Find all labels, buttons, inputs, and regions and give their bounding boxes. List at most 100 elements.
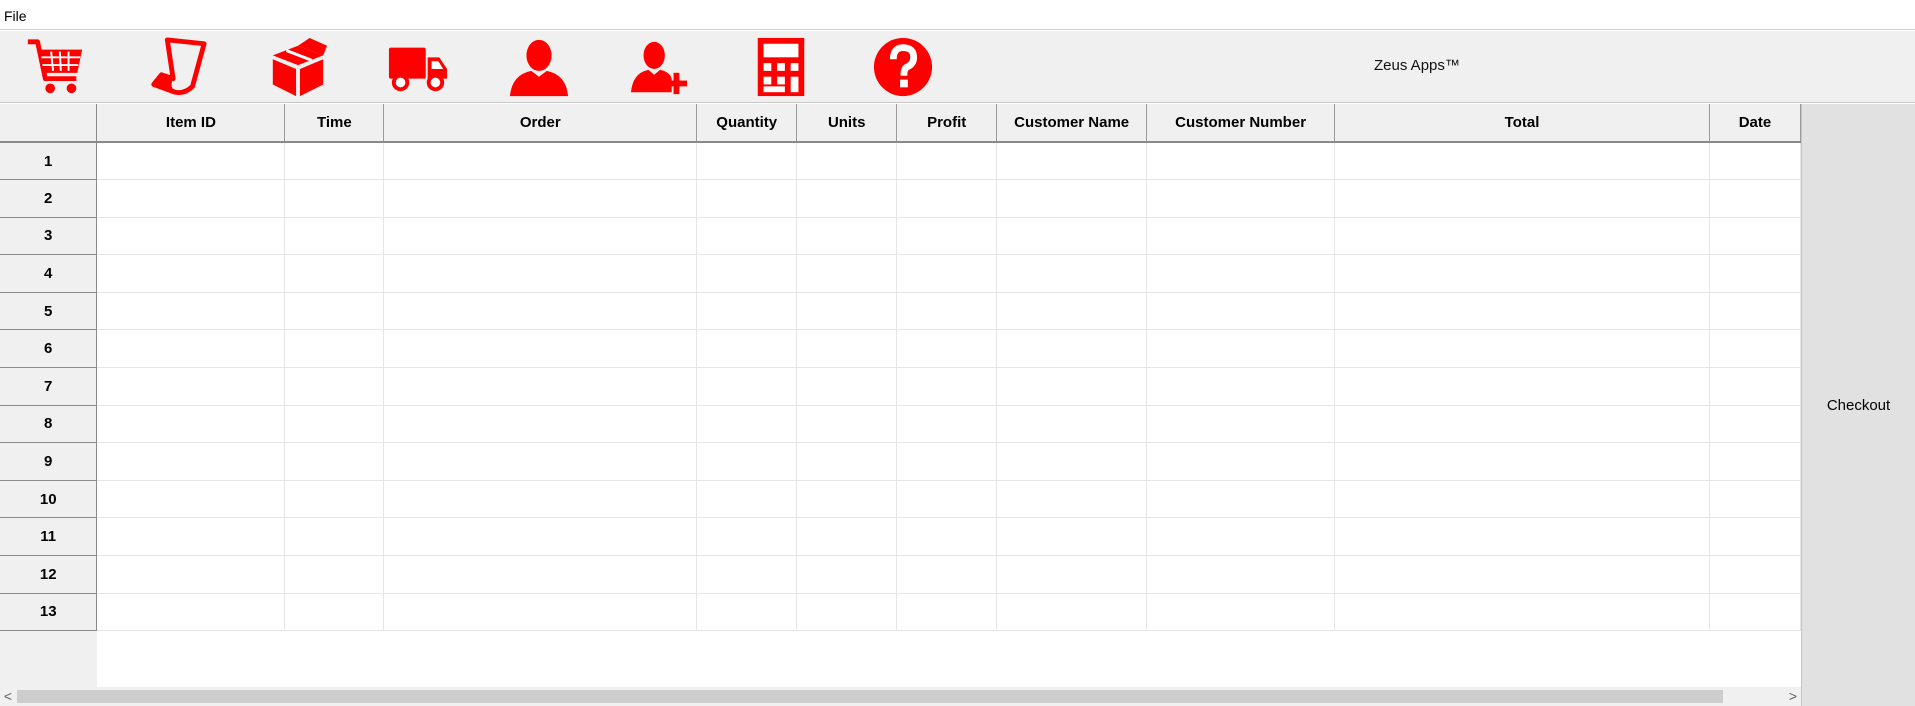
column-header[interactable]: Order [383,104,698,143]
box-button[interactable] [265,34,331,100]
grid-cell[interactable] [996,179,1148,218]
grid-cell[interactable] [996,217,1148,256]
grid-cell[interactable] [383,292,698,331]
grid-cell[interactable] [996,329,1148,369]
grid-cell[interactable] [284,179,385,218]
grid-cell[interactable] [1146,517,1336,557]
grid-cell[interactable] [96,405,286,444]
grid-cell[interactable] [796,329,898,369]
grid-cell[interactable] [696,142,798,181]
grid-cell[interactable] [1146,593,1336,632]
grid-cell[interactable] [1709,217,1801,256]
grid-cell[interactable] [796,142,898,181]
grid-cell[interactable] [896,329,998,369]
grid-cell[interactable] [896,179,998,218]
grid-cell[interactable] [284,254,385,293]
grid-cell[interactable] [284,517,385,557]
grid-cell[interactable] [96,217,286,256]
column-header[interactable]: Date [1709,104,1801,143]
grid-cell[interactable] [696,367,798,406]
grid-cell[interactable] [1334,517,1710,557]
grid-cell[interactable] [696,329,798,369]
grid-cell[interactable] [896,217,998,256]
row-header[interactable]: 13 [0,593,98,632]
grid-cell[interactable] [1146,442,1336,481]
grid-cell[interactable] [896,517,998,557]
add-customer-button[interactable] [627,34,693,100]
grid-cell[interactable] [284,442,385,481]
column-header[interactable]: Total [1334,104,1710,143]
row-header[interactable]: 2 [0,179,98,218]
grid-cell[interactable] [796,442,898,481]
grid-cell[interactable] [1709,517,1801,557]
grid-cell[interactable] [1146,179,1336,218]
calculator-button[interactable] [748,34,814,100]
grid-cell[interactable] [284,329,385,369]
row-header[interactable]: 7 [0,367,98,406]
grid-cell[interactable] [996,593,1148,632]
grid-cell[interactable] [1334,593,1710,632]
grid-cell[interactable] [383,179,698,218]
grid-cell[interactable] [796,179,898,218]
grid-cell[interactable] [796,254,898,293]
grid-cell[interactable] [1146,367,1336,406]
grid-cell[interactable] [1334,367,1710,406]
grid-cell[interactable] [796,517,898,557]
grid-cell[interactable] [96,442,286,481]
grid-cell[interactable] [1334,217,1710,256]
column-header[interactable]: Customer Name [996,104,1148,143]
grid-cell[interactable] [284,593,385,632]
grid-cell[interactable] [896,367,998,406]
row-header[interactable]: 1 [0,142,98,181]
scroll-right-arrow[interactable]: > [1785,688,1801,705]
column-header[interactable]: Units [796,104,898,143]
scroll-left-arrow[interactable]: < [0,688,16,705]
horizontal-scrollbar[interactable]: < > [0,687,1801,706]
grid-cell[interactable] [383,254,698,293]
grid-cell[interactable] [1146,405,1336,444]
grid-cell[interactable] [96,329,286,369]
grid-cell[interactable] [896,254,998,293]
grid-cell[interactable] [96,367,286,406]
grid-cell[interactable] [896,593,998,632]
grid-cell[interactable] [1334,292,1710,331]
grid-cell[interactable] [796,480,898,519]
grid-cell[interactable] [896,142,998,181]
grid-cell[interactable] [996,555,1148,594]
grid-cell[interactable] [1146,142,1336,181]
column-header[interactable]: Quantity [696,104,798,143]
grid-cell[interactable] [96,292,286,331]
grid-cell[interactable] [1709,555,1801,594]
grid-cell[interactable] [383,593,698,632]
grid-cell[interactable] [796,405,898,444]
grid-cell[interactable] [1709,367,1801,406]
row-header[interactable]: 8 [0,405,98,444]
grid-cell[interactable] [383,517,698,557]
grid-cell[interactable] [96,142,286,181]
grid-cell[interactable] [383,329,698,369]
row-header[interactable]: 9 [0,442,98,481]
row-header[interactable]: 6 [0,329,98,369]
grid-cell[interactable] [1146,480,1336,519]
grid-cell[interactable] [796,555,898,594]
help-button[interactable] [870,34,936,100]
grid-cell[interactable] [1146,555,1336,594]
grid-cell[interactable] [284,480,385,519]
column-header[interactable]: Time [284,104,385,143]
grid-cell[interactable] [284,217,385,256]
customer-button[interactable] [506,34,572,100]
grid-cell[interactable] [383,142,698,181]
grid-cell[interactable] [1709,405,1801,444]
grid-cell[interactable] [1334,179,1710,218]
row-header[interactable]: 10 [0,480,98,519]
grid-cell[interactable] [696,179,798,218]
grid-cell[interactable] [896,292,998,331]
grid-cell[interactable] [996,367,1148,406]
grid-cell[interactable] [796,367,898,406]
grid-cell[interactable] [896,405,998,444]
grid-cell[interactable] [1709,179,1801,218]
grid-cell[interactable] [1709,593,1801,632]
grid-cell[interactable] [896,480,998,519]
grid-cell[interactable] [996,480,1148,519]
grid-cell[interactable] [696,254,798,293]
